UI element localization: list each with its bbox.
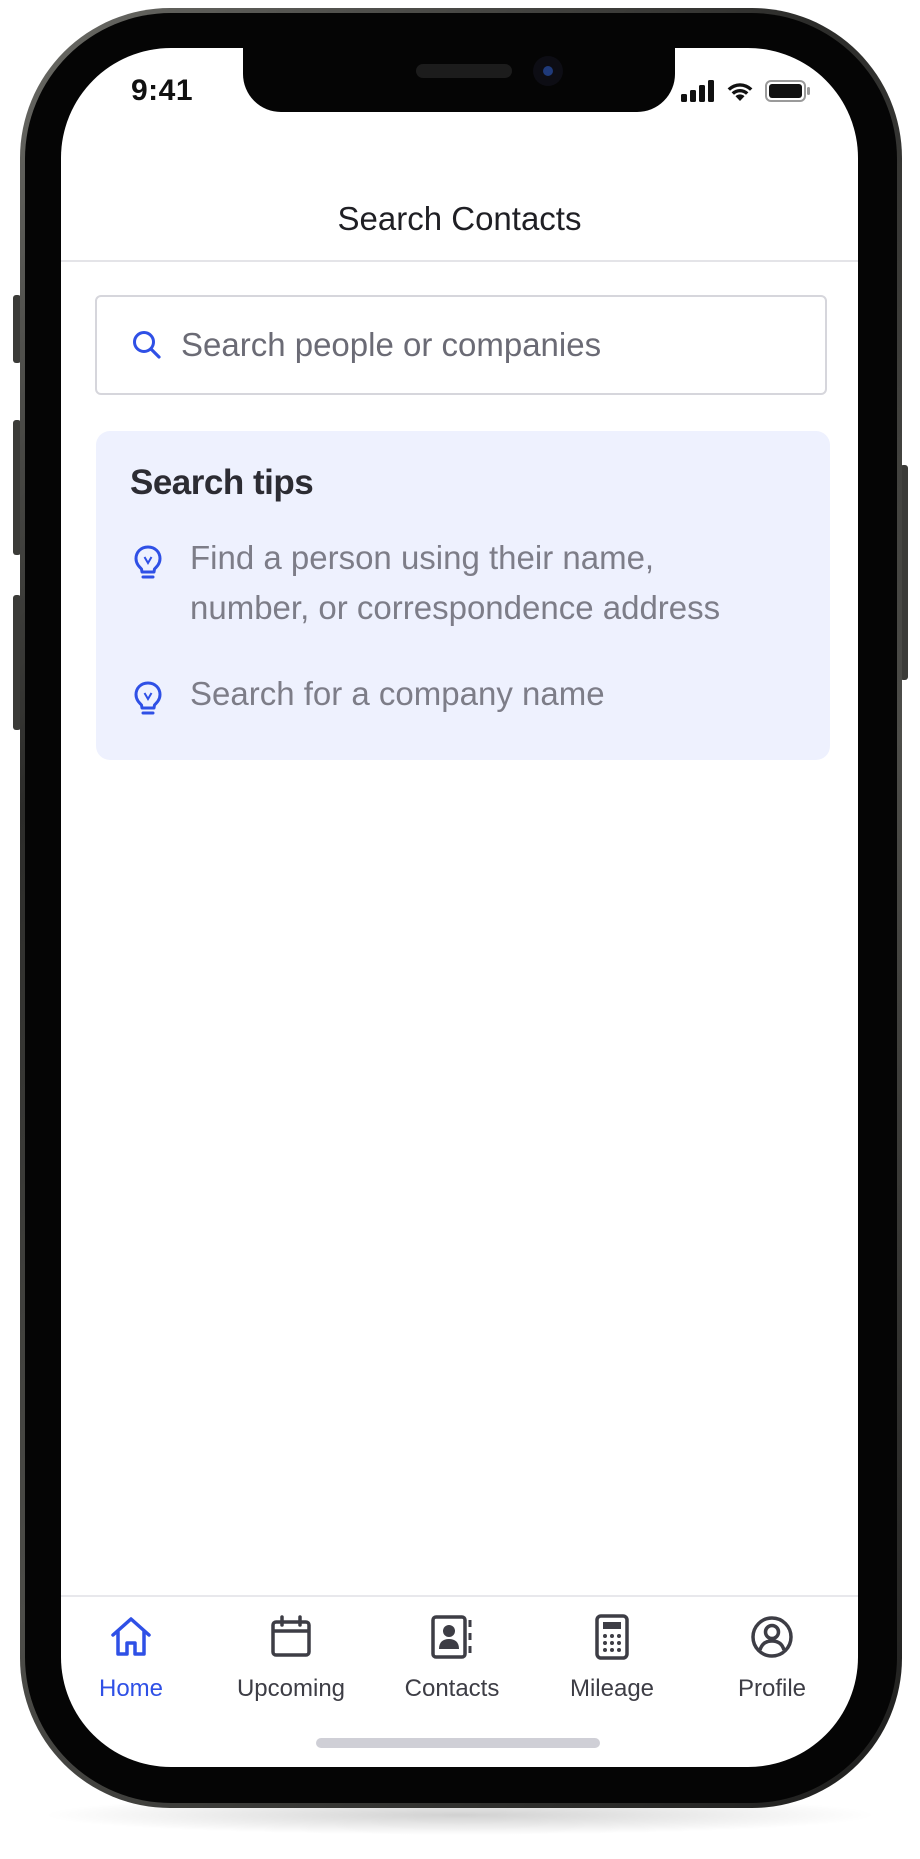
search-icon xyxy=(133,331,161,359)
header-divider xyxy=(61,260,858,262)
calculator-icon xyxy=(595,1614,629,1660)
wifi-icon xyxy=(727,83,753,101)
search-tip: Find a person using their name, number, … xyxy=(130,539,780,633)
tab-mileage-label: Mileage xyxy=(569,1675,655,1702)
speaker-grille xyxy=(416,64,512,78)
tab-home[interactable]: Home xyxy=(61,1603,211,1703)
page-title: Search Contacts xyxy=(337,200,582,237)
calendar-icon xyxy=(271,1615,311,1657)
cellular-signal-icon xyxy=(681,80,714,102)
search-tips-title: Search tips xyxy=(130,463,314,502)
lightbulb-icon xyxy=(134,545,162,579)
tabbar-divider xyxy=(61,1595,858,1597)
tab-mileage[interactable]: Mileage xyxy=(532,1603,692,1703)
search-tip-text: Find a person using their name, number, … xyxy=(190,539,721,626)
tab-bar: Home Upcoming Contacts Mileage Profile xyxy=(61,1603,858,1713)
front-camera xyxy=(533,56,563,86)
lightbulb-icon xyxy=(134,681,162,715)
search-field[interactable] xyxy=(95,295,827,395)
phone-screen: 9:41 Search Contacts Search people or co… xyxy=(61,48,858,1767)
tab-contacts-label: Contacts xyxy=(404,1675,500,1702)
tab-upcoming-label: Upcoming xyxy=(236,1675,346,1702)
tab-profile-label: Profile xyxy=(737,1675,807,1702)
contact-book-icon xyxy=(431,1615,472,1659)
search-tip-text: Search for a company name xyxy=(190,675,605,712)
tab-upcoming[interactable]: Upcoming xyxy=(211,1603,371,1703)
tab-profile[interactable]: Profile xyxy=(692,1603,852,1703)
search-tips-card: Search tips Find a person using their na… xyxy=(96,431,830,760)
status-icons xyxy=(681,80,811,102)
status-time: 9:41 xyxy=(131,74,194,107)
tab-home-label: Home xyxy=(98,1675,164,1702)
battery-icon xyxy=(765,80,810,102)
home-indicator[interactable] xyxy=(316,1738,600,1748)
search-tip: Search for a company name xyxy=(130,675,780,719)
home-icon xyxy=(111,1617,151,1656)
tab-contacts[interactable]: Contacts xyxy=(372,1603,532,1703)
user-circle-icon xyxy=(751,1616,793,1658)
notch xyxy=(243,48,675,112)
search-input[interactable] xyxy=(181,299,801,391)
